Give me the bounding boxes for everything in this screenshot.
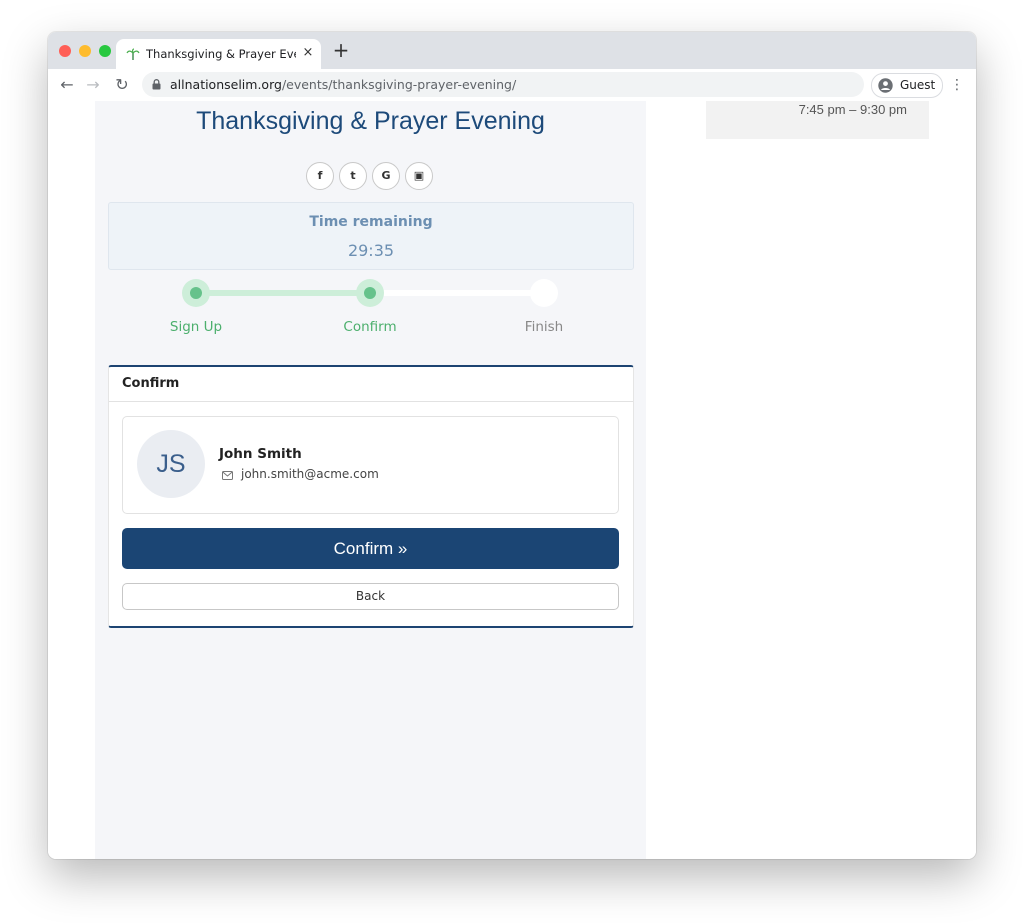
confirm-button[interactable]: Confirm » — [122, 528, 619, 569]
twitter-icon[interactable]: t — [339, 162, 367, 190]
calendar-icon[interactable]: ▣ — [405, 162, 433, 190]
step-connector-pending — [370, 290, 544, 296]
forward-arrow-icon[interactable]: → — [83, 75, 103, 95]
page-title: Thanksgiving & Prayer Evening — [196, 107, 545, 135]
avatar: JS — [137, 430, 205, 498]
attendee-summary: JS John Smith john.smith@acme.com — [122, 416, 619, 514]
reload-icon[interactable]: ↻ — [112, 75, 132, 95]
step-label-finish: Finish — [524, 319, 564, 335]
page-viewport: 7:45 pm – 9:30 pm Thanksgiving & Prayer … — [48, 101, 976, 859]
step-confirm-marker — [356, 279, 384, 307]
address-bar[interactable]: allnationselim.org/events/thanksgiving-p… — [142, 72, 864, 97]
step-dot — [364, 287, 376, 299]
url-path: /events/thanksgiving-prayer-evening/ — [281, 77, 517, 92]
browser-window: Thanksgiving & Prayer Evening × + ← → ↻ … — [48, 32, 976, 859]
card-header-title: Confirm — [122, 376, 180, 391]
profile-button[interactable]: Guest — [871, 73, 943, 98]
tab-title: Thanksgiving & Prayer Evening — [146, 47, 296, 61]
mail-icon — [222, 471, 233, 480]
maximize-window-button[interactable] — [99, 45, 111, 57]
profile-label: Guest — [900, 78, 936, 92]
new-tab-button[interactable]: + — [331, 40, 351, 60]
progress-steps: Sign Up Confirm Finish — [108, 278, 632, 338]
lock-icon — [152, 79, 161, 90]
url-domain: allnationselim.org — [170, 77, 282, 92]
step-finish-marker — [530, 279, 558, 307]
more-menu-icon[interactable]: ⋮ — [950, 76, 964, 94]
url-text: allnationselim.org/events/thanksgiving-p… — [170, 77, 516, 92]
back-button[interactable]: Back — [122, 583, 619, 610]
back-arrow-icon[interactable]: ← — [57, 75, 77, 95]
timer-label: Time remaining — [309, 214, 433, 230]
active-tab[interactable]: Thanksgiving & Prayer Evening × — [116, 39, 321, 69]
attendee-email: john.smith@acme.com — [241, 467, 379, 481]
minimize-window-button[interactable] — [79, 45, 91, 57]
step-label-confirm: Confirm — [343, 319, 397, 335]
event-details-sidebar: 7:45 pm – 9:30 pm — [706, 101, 929, 139]
tab-close-icon[interactable]: × — [300, 45, 316, 61]
browser-toolbar: ← → ↻ allnationselim.org/events/thanksgi… — [48, 69, 976, 102]
confirm-card: Confirm JS John Smith john.smith@acme.co… — [108, 365, 634, 628]
user-avatar-icon — [878, 78, 893, 93]
facebook-icon[interactable]: f — [306, 162, 334, 190]
card-header: Confirm — [109, 367, 633, 402]
step-connector-complete — [196, 290, 370, 296]
countdown-timer: Time remaining 29:35 — [108, 202, 634, 270]
share-buttons: f t G ▣ — [306, 162, 436, 190]
step-label-signup: Sign Up — [169, 319, 223, 335]
google-icon[interactable]: G — [372, 162, 400, 190]
palm-favicon-icon — [126, 48, 140, 60]
timer-value: 29:35 — [347, 241, 395, 260]
close-window-button[interactable] — [59, 45, 71, 57]
step-dot — [190, 287, 202, 299]
event-time: 7:45 pm – 9:30 pm — [798, 102, 907, 117]
tab-bar: Thanksgiving & Prayer Evening × + — [48, 32, 976, 69]
attendee-name: John Smith — [219, 446, 302, 462]
step-signup-marker — [182, 279, 210, 307]
